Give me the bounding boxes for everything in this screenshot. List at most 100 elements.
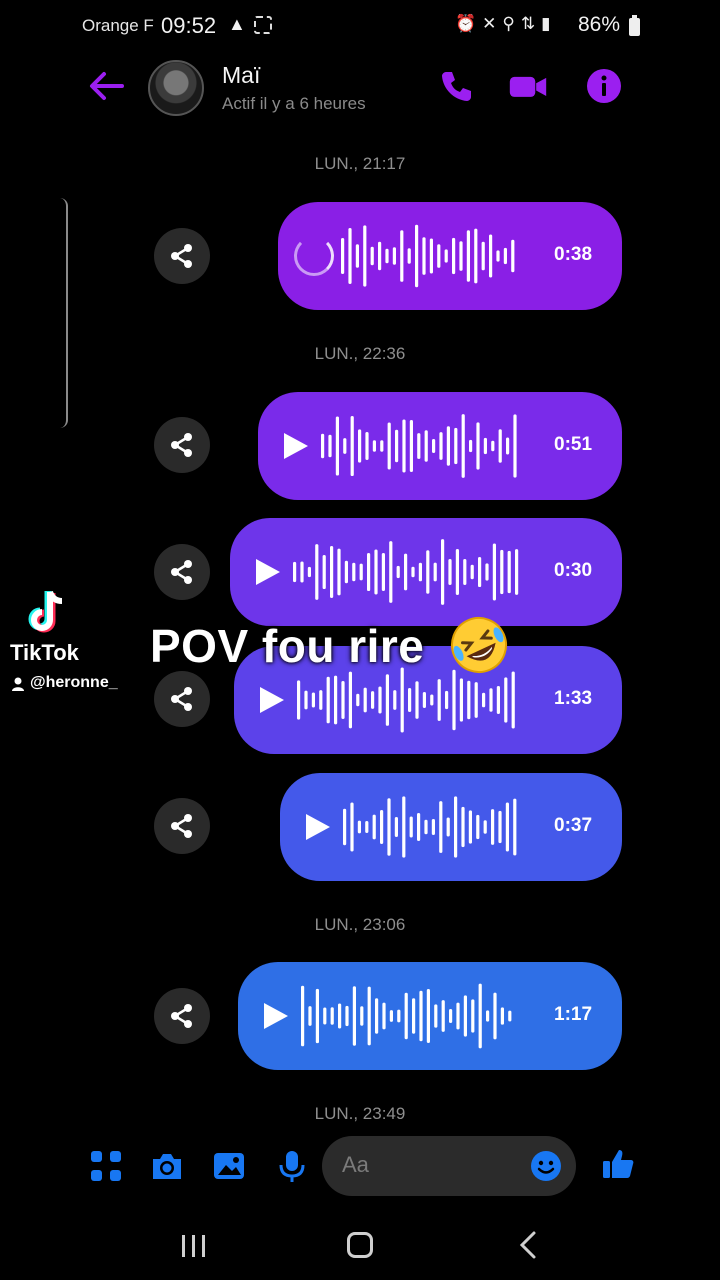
waveform-bar (345, 1005, 349, 1027)
play-icon[interactable] (264, 1003, 288, 1029)
voice-message[interactable]: 0:51 (258, 392, 622, 500)
voice-message[interactable]: 1:17 (238, 962, 622, 1070)
share-icon (171, 560, 192, 584)
play-icon[interactable] (260, 687, 284, 713)
tiktok-brand: TikTok (10, 640, 79, 665)
waveform-bar (482, 692, 486, 708)
waveform-bar (455, 549, 459, 595)
voice-duration: 0:51 (554, 434, 593, 455)
waveform-bar (481, 241, 485, 271)
waveform-bar (437, 244, 441, 268)
waveform-bar (352, 562, 356, 582)
waveform-bar (483, 437, 487, 455)
waveform-bar (319, 690, 323, 710)
waveform-bar (352, 986, 356, 1046)
waveform-bar (304, 690, 308, 710)
navigation-arrow-icon: ▲ (228, 14, 246, 34)
waveform-bar (511, 239, 515, 273)
play-icon[interactable] (256, 559, 280, 585)
waveform-bar (505, 802, 509, 852)
play-icon[interactable] (306, 814, 330, 840)
waveform-bar (363, 225, 367, 287)
system-back-icon[interactable] (516, 1230, 540, 1260)
recent-apps-icon[interactable] (180, 1234, 208, 1258)
microphone-icon[interactable] (274, 1148, 310, 1184)
waveform-bar (350, 415, 354, 477)
waveform-bar (449, 1009, 453, 1023)
play-icon[interactable] (284, 433, 308, 459)
waveform-bar (507, 550, 511, 594)
waveform-bar (397, 1009, 401, 1023)
waveform (341, 224, 515, 288)
waveform-bar (330, 1007, 334, 1025)
waveform-bar (506, 437, 510, 455)
share-button[interactable] (154, 671, 210, 727)
waveform-bar (409, 419, 413, 473)
waveform-bar (417, 433, 421, 459)
waveform-bar (411, 566, 415, 578)
waveform-bar (293, 561, 297, 583)
waveform-bar (459, 678, 463, 722)
waveform-bar (315, 544, 319, 600)
message-input[interactable]: Aa (322, 1136, 576, 1196)
waveform-bar (467, 680, 471, 720)
waveform-bar (478, 983, 482, 1049)
message-input-placeholder: Aa (342, 1152, 369, 1177)
waveform-bar (430, 694, 434, 706)
clock: 09:52 (161, 13, 217, 38)
camera-icon[interactable] (149, 1148, 185, 1184)
scroll-indicator[interactable] (60, 198, 68, 428)
carrier-label: Orange F (82, 16, 154, 35)
video-camera-icon[interactable] (508, 66, 548, 106)
tiktok-logo-icon (28, 590, 63, 633)
waveform-bar (311, 692, 315, 708)
waveform-bar (404, 992, 408, 1040)
waveform (301, 983, 512, 1049)
waveform-bar (474, 228, 478, 284)
share-button[interactable] (154, 544, 210, 600)
waveform-bar (301, 985, 305, 1047)
voice-message[interactable]: 0:37 (280, 773, 622, 881)
phone-icon[interactable] (436, 66, 476, 106)
voice-duration: 1:33 (554, 688, 593, 709)
user-icon (12, 677, 24, 691)
share-button[interactable] (154, 988, 210, 1044)
waveform-bar (387, 798, 391, 856)
waveform (293, 539, 519, 605)
timestamp: LUN., 23:06 (314, 915, 406, 934)
voice-message[interactable]: 0:30 (230, 518, 622, 626)
share-button[interactable] (154, 798, 210, 854)
thumbs-up-icon[interactable] (600, 1146, 636, 1182)
waveform-bar (300, 561, 304, 583)
waveform-bar (500, 1007, 504, 1025)
waveform-bar (432, 439, 436, 453)
contact-name[interactable]: Maï (222, 62, 260, 89)
waveform-bar (385, 248, 389, 264)
loading-spinner-icon (294, 236, 334, 276)
waveform-bar (419, 990, 423, 1042)
waveform-bar (504, 677, 508, 723)
waveform-bar (328, 434, 332, 458)
emoji-icon[interactable] (530, 1150, 562, 1182)
apps-grid-icon[interactable] (88, 1148, 124, 1184)
back-arrow-icon[interactable] (86, 68, 126, 104)
share-icon (171, 433, 192, 457)
waveform-bar (424, 819, 428, 835)
share-button[interactable] (154, 228, 210, 284)
waveform-bar (374, 549, 378, 595)
chat-header: Maï Actif il y a 6 heures (0, 54, 720, 124)
voice-message[interactable]: 0:38 (278, 202, 622, 310)
waveform-bar (381, 553, 385, 591)
voice-duration: 0:30 (554, 560, 593, 581)
waveform-bar (338, 1003, 342, 1029)
share-button[interactable] (154, 417, 210, 473)
waveform-bar (424, 430, 428, 462)
waveform-bar (334, 675, 338, 725)
waveform-bar (389, 541, 393, 603)
home-icon[interactable] (347, 1232, 373, 1258)
tiktok-username: @heronne_ (30, 674, 118, 691)
gallery-icon[interactable] (211, 1148, 247, 1184)
avatar[interactable] (148, 60, 204, 116)
waveform (321, 414, 517, 478)
info-icon[interactable] (584, 66, 624, 106)
